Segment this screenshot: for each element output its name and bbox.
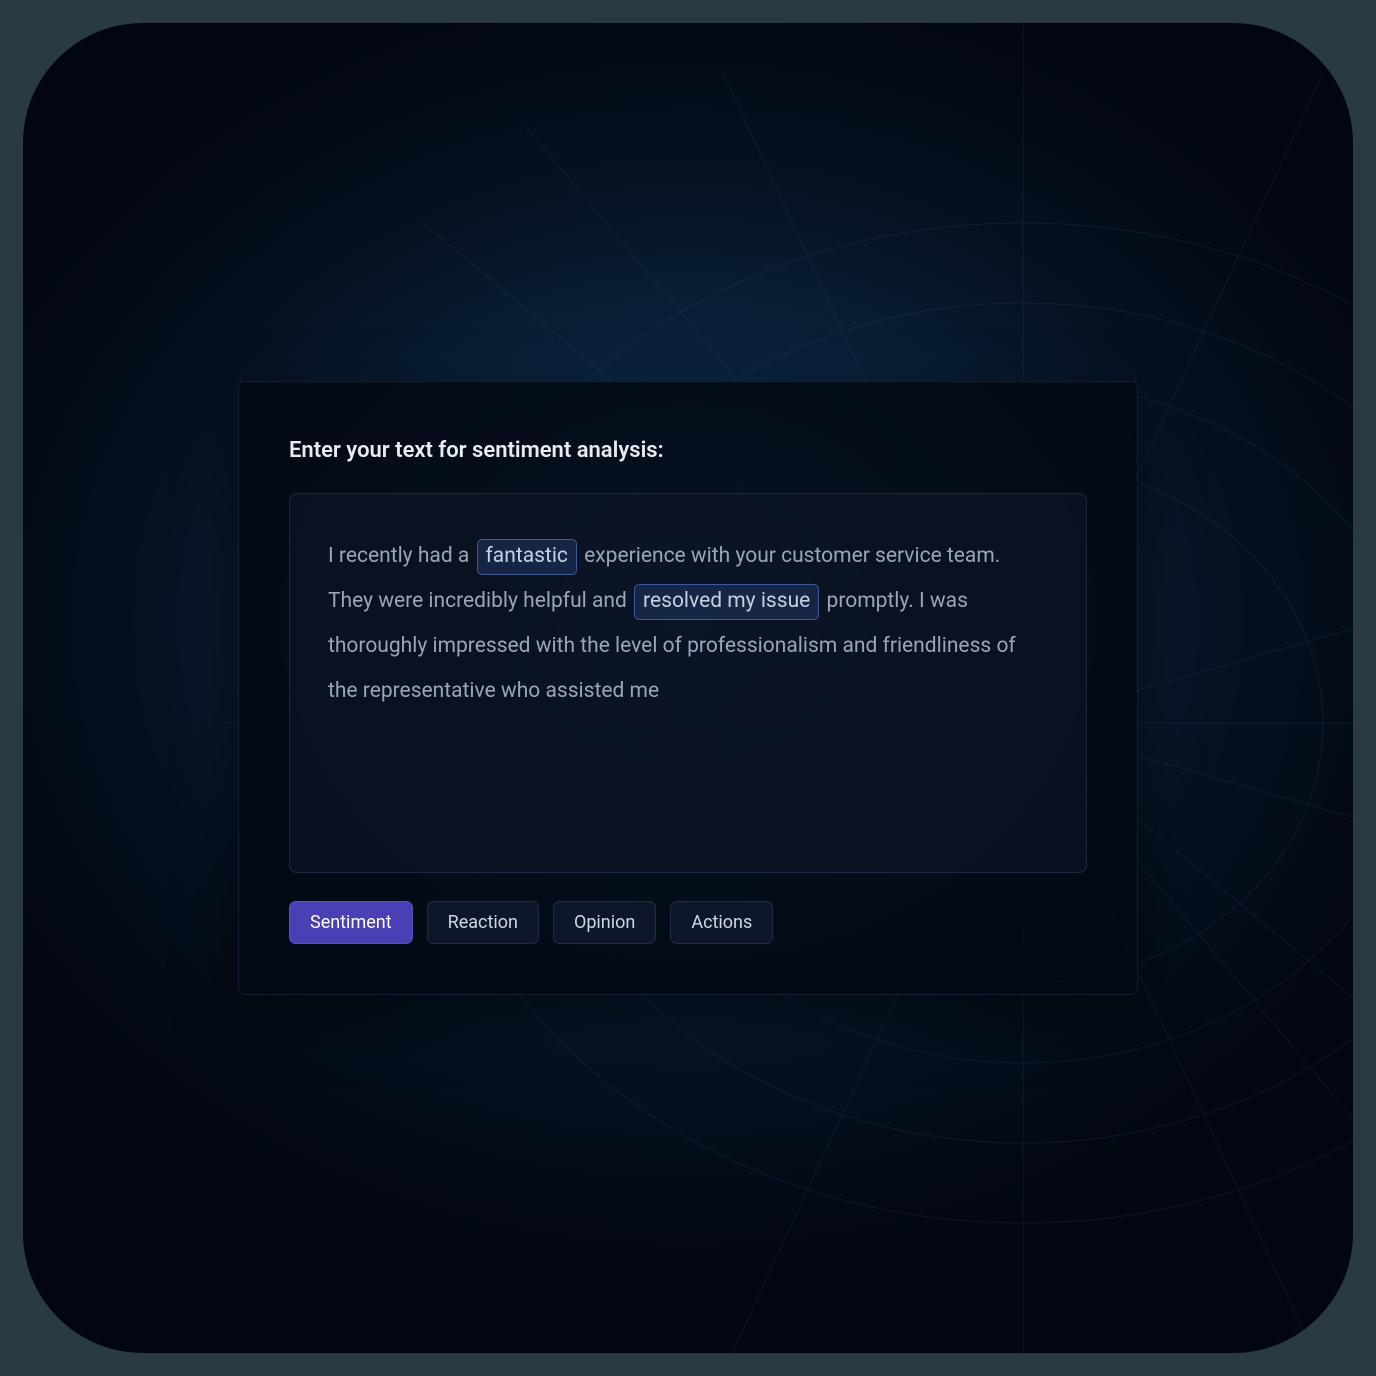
text-segment: I recently had a [328,544,475,568]
category-tabs: Sentiment Reaction Opinion Actions [289,901,1087,944]
tab-sentiment[interactable]: Sentiment [289,901,413,944]
sentiment-panel: Enter your text for sentiment analysis: … [238,381,1138,995]
tab-actions[interactable]: Actions [670,901,773,944]
tab-opinion[interactable]: Opinion [553,901,656,944]
highlighted-phrase: resolved my issue [634,584,819,620]
analysis-text-input[interactable]: I recently had a fantastic experience wi… [289,493,1087,873]
highlighted-phrase: fantastic [477,539,577,575]
background-card: Enter your text for sentiment analysis: … [23,23,1353,1353]
tab-reaction[interactable]: Reaction [427,901,539,944]
prompt-label: Enter your text for sentiment analysis: [289,438,1087,463]
